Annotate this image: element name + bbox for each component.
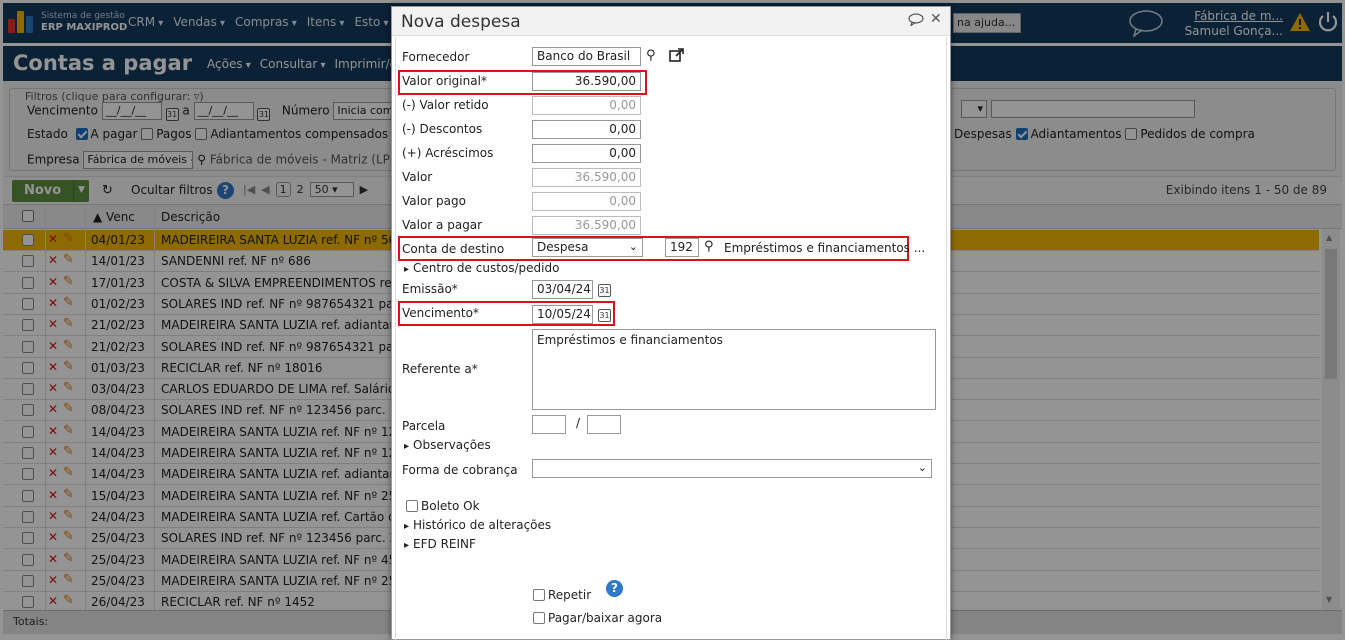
emissao-label: Emissão*: [402, 282, 458, 296]
parcela-label: Parcela: [402, 419, 446, 433]
chevron-down-icon: ⌄: [628, 240, 638, 253]
boleto-ok-row: Boleto Ok: [406, 499, 480, 513]
vencimento-label: Vencimento*: [402, 306, 479, 320]
conta-destino-desc: Empréstimos e financiamentos ...: [724, 241, 926, 255]
fornecedor-label: Fornecedor: [402, 50, 470, 64]
pagar-agora-checkbox[interactable]: [533, 612, 545, 624]
repetir-label: Repetir: [548, 588, 592, 602]
referente-label: Referente a*: [402, 362, 478, 376]
descontos-label: (-) Descontos: [402, 122, 483, 136]
referente-textarea[interactable]: Empréstimos e financiamentos: [532, 329, 936, 410]
repetir-checkbox[interactable]: [533, 589, 545, 601]
parcela-separator: /: [576, 416, 581, 430]
dialog-body: Fornecedor Banco do Brasil ⚲ Valor origi…: [395, 37, 947, 640]
historico-toggle[interactable]: Histórico de alterações: [404, 518, 551, 532]
conta-destino-code-input[interactable]: 192: [665, 238, 699, 257]
boleto-ok-checkbox[interactable]: [406, 500, 418, 512]
calendar-icon[interactable]: 31: [598, 309, 611, 322]
conta-destino-type: Despesa: [537, 240, 589, 254]
acrescimos-input[interactable]: 0,00: [532, 144, 641, 163]
close-icon[interactable]: ✕: [930, 11, 942, 27]
comment-icon[interactable]: [908, 13, 924, 26]
valor-original-label: Valor original*: [402, 74, 487, 88]
app-root: Sistema de gestão ERP MAXIPROD CRM Venda…: [0, 0, 1345, 640]
dialog-header: Nova despesa ✕: [392, 7, 950, 36]
parcela-total-input[interactable]: [587, 415, 621, 434]
vencimento-input[interactable]: 10/05/24: [532, 305, 593, 324]
emissao-input[interactable]: 03/04/24: [532, 280, 593, 299]
open-external-icon[interactable]: [669, 48, 684, 63]
chevron-down-icon: ⌄: [917, 461, 927, 474]
acrescimos-label: (+) Acréscimos: [402, 146, 494, 160]
valor-retido-input: 0,00: [532, 96, 641, 115]
parcela-num-input[interactable]: [532, 415, 566, 434]
forma-cobranca-label: Forma de cobrança: [402, 463, 518, 477]
search-icon[interactable]: ⚲: [704, 239, 714, 254]
valor-original-input[interactable]: 36.590,00: [532, 72, 641, 91]
observacoes-toggle[interactable]: Observações: [404, 438, 491, 452]
forma-cobranca-select[interactable]: ⌄: [532, 459, 932, 478]
dialog-title: Nova despesa: [401, 12, 521, 32]
centro-custos-toggle[interactable]: Centro de custos/pedido: [404, 261, 559, 275]
descontos-input[interactable]: 0,00: [532, 120, 641, 139]
repetir-row: Repetir: [533, 588, 591, 602]
valor-a-pagar-input: 36.590,00: [532, 216, 641, 235]
nova-despesa-dialog: Nova despesa ✕ Fornecedor Banco do Brasi…: [391, 6, 951, 640]
valor-label: Valor: [402, 170, 433, 184]
boleto-ok-label: Boleto Ok: [421, 499, 480, 513]
valor-pago-label: Valor pago: [402, 194, 466, 208]
pagar-agora-label: Pagar/baixar agora: [548, 611, 663, 625]
fornecedor-input[interactable]: Banco do Brasil: [532, 47, 641, 66]
pagar-agora-row: Pagar/baixar agora: [533, 611, 662, 625]
valor-a-pagar-label: Valor a pagar: [402, 218, 483, 232]
calendar-icon[interactable]: 31: [598, 284, 611, 297]
valor-retido-label: (-) Valor retido: [402, 98, 489, 112]
help-icon[interactable]: ?: [606, 580, 623, 597]
valor-input: 36.590,00: [532, 168, 641, 187]
conta-destino-select[interactable]: Despesa ⌄: [532, 238, 643, 257]
valor-pago-input: 0,00: [532, 192, 641, 211]
efd-reinf-toggle[interactable]: EFD REINF: [404, 537, 476, 551]
search-icon[interactable]: ⚲: [646, 48, 656, 63]
conta-destino-label: Conta de destino: [402, 242, 505, 256]
